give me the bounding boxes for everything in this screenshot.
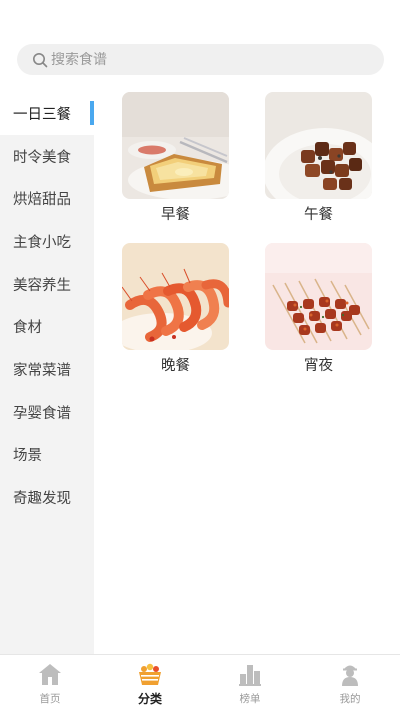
tab-category-label: 分类 — [137, 692, 162, 706]
tab-profile[interactable]: 我的 — [300, 655, 400, 712]
category-sidebar: 一日三餐 时令美食 烘焙甜品 主食小吃 美容养生 食材 家常菜谱 孕婴食谱 场景… — [0, 92, 94, 654]
sidebar-item-three-meals[interactable]: 一日三餐 — [0, 92, 94, 135]
home-icon — [39, 664, 61, 685]
skewers-photo — [265, 243, 372, 350]
sidebar-item-baking[interactable]: 烘焙甜品 — [0, 177, 94, 220]
meal-category-grid: 早餐 午餐 晚餐 宵夜 — [122, 92, 372, 376]
category-label-lunch: 午餐 — [304, 207, 333, 223]
category-card-late-night[interactable]: 宵夜 — [265, 243, 372, 376]
profile-icon — [342, 665, 358, 686]
beef-cubes-photo — [265, 92, 372, 199]
category-card-dinner[interactable]: 晚餐 — [122, 243, 229, 376]
ranking-icon — [239, 665, 261, 686]
sidebar-item-maternal-infant[interactable]: 孕婴食谱 — [0, 391, 94, 434]
shrimp-photo — [122, 243, 229, 350]
category-page: 一日三餐 时令美食 烘焙甜品 主食小吃 美容养生 食材 家常菜谱 孕婴食谱 场景… — [0, 0, 400, 712]
tab-ranking-label: 榜单 — [239, 693, 261, 705]
tab-home-label: 首页 — [39, 693, 61, 705]
sidebar-item-home-cooking[interactable]: 家常菜谱 — [0, 348, 94, 391]
sidebar-item-fun-discovery[interactable]: 奇趣发现 — [0, 476, 94, 519]
tab-home[interactable]: 首页 — [0, 655, 100, 712]
toast-breakfast-photo — [122, 92, 229, 199]
category-basket-icon — [139, 663, 161, 685]
tab-profile-label: 我的 — [339, 693, 361, 705]
bottom-tab-bar: 首页 分类 榜单 我的 — [0, 654, 400, 712]
sidebar-item-beauty-health[interactable]: 美容养生 — [0, 263, 94, 306]
category-card-breakfast[interactable]: 早餐 — [122, 92, 229, 225]
sidebar-item-seasonal[interactable]: 时令美食 — [0, 135, 94, 178]
sidebar-item-scenes[interactable]: 场景 — [0, 434, 94, 477]
category-label-late-night: 宵夜 — [304, 358, 333, 374]
tab-category[interactable]: 分类 — [100, 655, 200, 712]
category-label-dinner: 晚餐 — [161, 358, 190, 374]
category-label-breakfast: 早餐 — [161, 207, 190, 223]
sidebar-item-ingredients[interactable]: 食材 — [0, 305, 94, 348]
sidebar-item-staples-snacks[interactable]: 主食小吃 — [0, 220, 94, 263]
category-card-lunch[interactable]: 午餐 — [265, 92, 372, 225]
search-bar[interactable] — [17, 44, 384, 75]
tab-ranking[interactable]: 榜单 — [200, 655, 300, 712]
search-icon — [33, 52, 48, 67]
search-input[interactable] — [51, 51, 351, 68]
